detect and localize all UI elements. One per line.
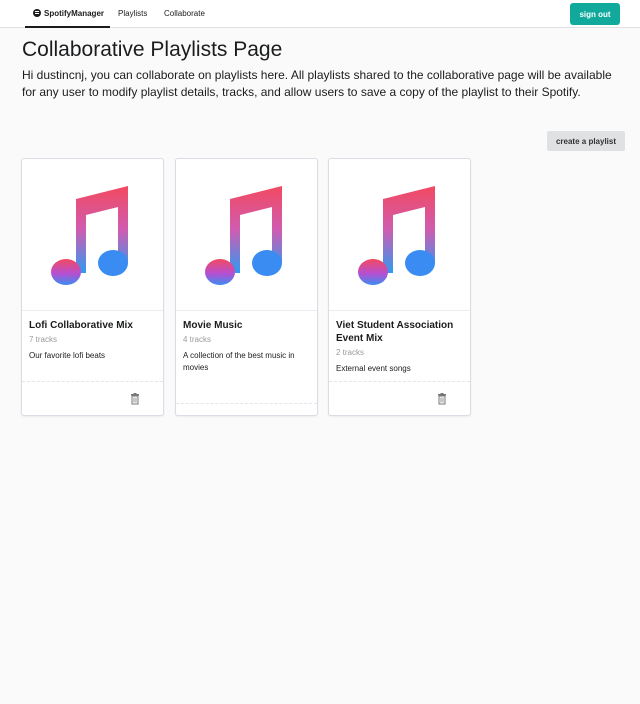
playlist-name[interactable]: Movie Music (183, 319, 311, 332)
playlist-description: External event songs (336, 364, 411, 373)
sign-out-button[interactable]: sign out (570, 3, 620, 25)
create-playlist-button[interactable]: create a playlist (547, 131, 625, 151)
playlist-track-count: 2 tracks (336, 348, 365, 357)
playlist-art[interactable] (22, 159, 163, 311)
page-title: Collaborative Playlists Page (22, 38, 283, 61)
page-description: Hi dustincnj, you can collaborate on pla… (22, 68, 612, 99)
trash-icon[interactable] (437, 393, 447, 405)
trash-icon[interactable] (130, 393, 140, 405)
playlist-art[interactable] (176, 159, 317, 311)
playlist-card[interactable]: Movie Music 4 tracks A collection of the… (175, 158, 318, 416)
music-note-icon (51, 186, 128, 285)
playlist-track-count: 4 tracks (183, 335, 212, 344)
playlist-art[interactable] (329, 159, 470, 311)
playlist-name[interactable]: Lofi Collaborative Mix (29, 319, 157, 332)
playlist-description: A collection of the best music in movies (183, 351, 295, 372)
playlist-card[interactable]: Lofi Collaborative Mix 7 tracks Our favo… (21, 158, 164, 416)
music-note-icon (358, 186, 435, 285)
card-divider (22, 381, 163, 382)
nav-brand-label: SpotifyManager (44, 9, 105, 18)
spotify-icon (33, 9, 41, 17)
playlist-description: Our favorite lofi beats (29, 351, 106, 360)
nav-item-playlists[interactable]: Playlists (118, 0, 147, 28)
music-note-icon (205, 186, 282, 285)
card-divider (329, 381, 470, 382)
playlist-card[interactable]: Viet Student Association Event Mix 2 tra… (328, 158, 471, 416)
nav-brand[interactable]: SpotifyManager (25, 0, 110, 28)
card-divider (176, 403, 317, 404)
playlist-name[interactable]: Viet Student Association Event Mix (336, 319, 464, 345)
playlist-track-count: 7 tracks (29, 335, 58, 344)
top-nav: SpotifyManager Playlists Collaborate sig… (0, 0, 640, 28)
nav-item-collaborate[interactable]: Collaborate (164, 0, 205, 28)
